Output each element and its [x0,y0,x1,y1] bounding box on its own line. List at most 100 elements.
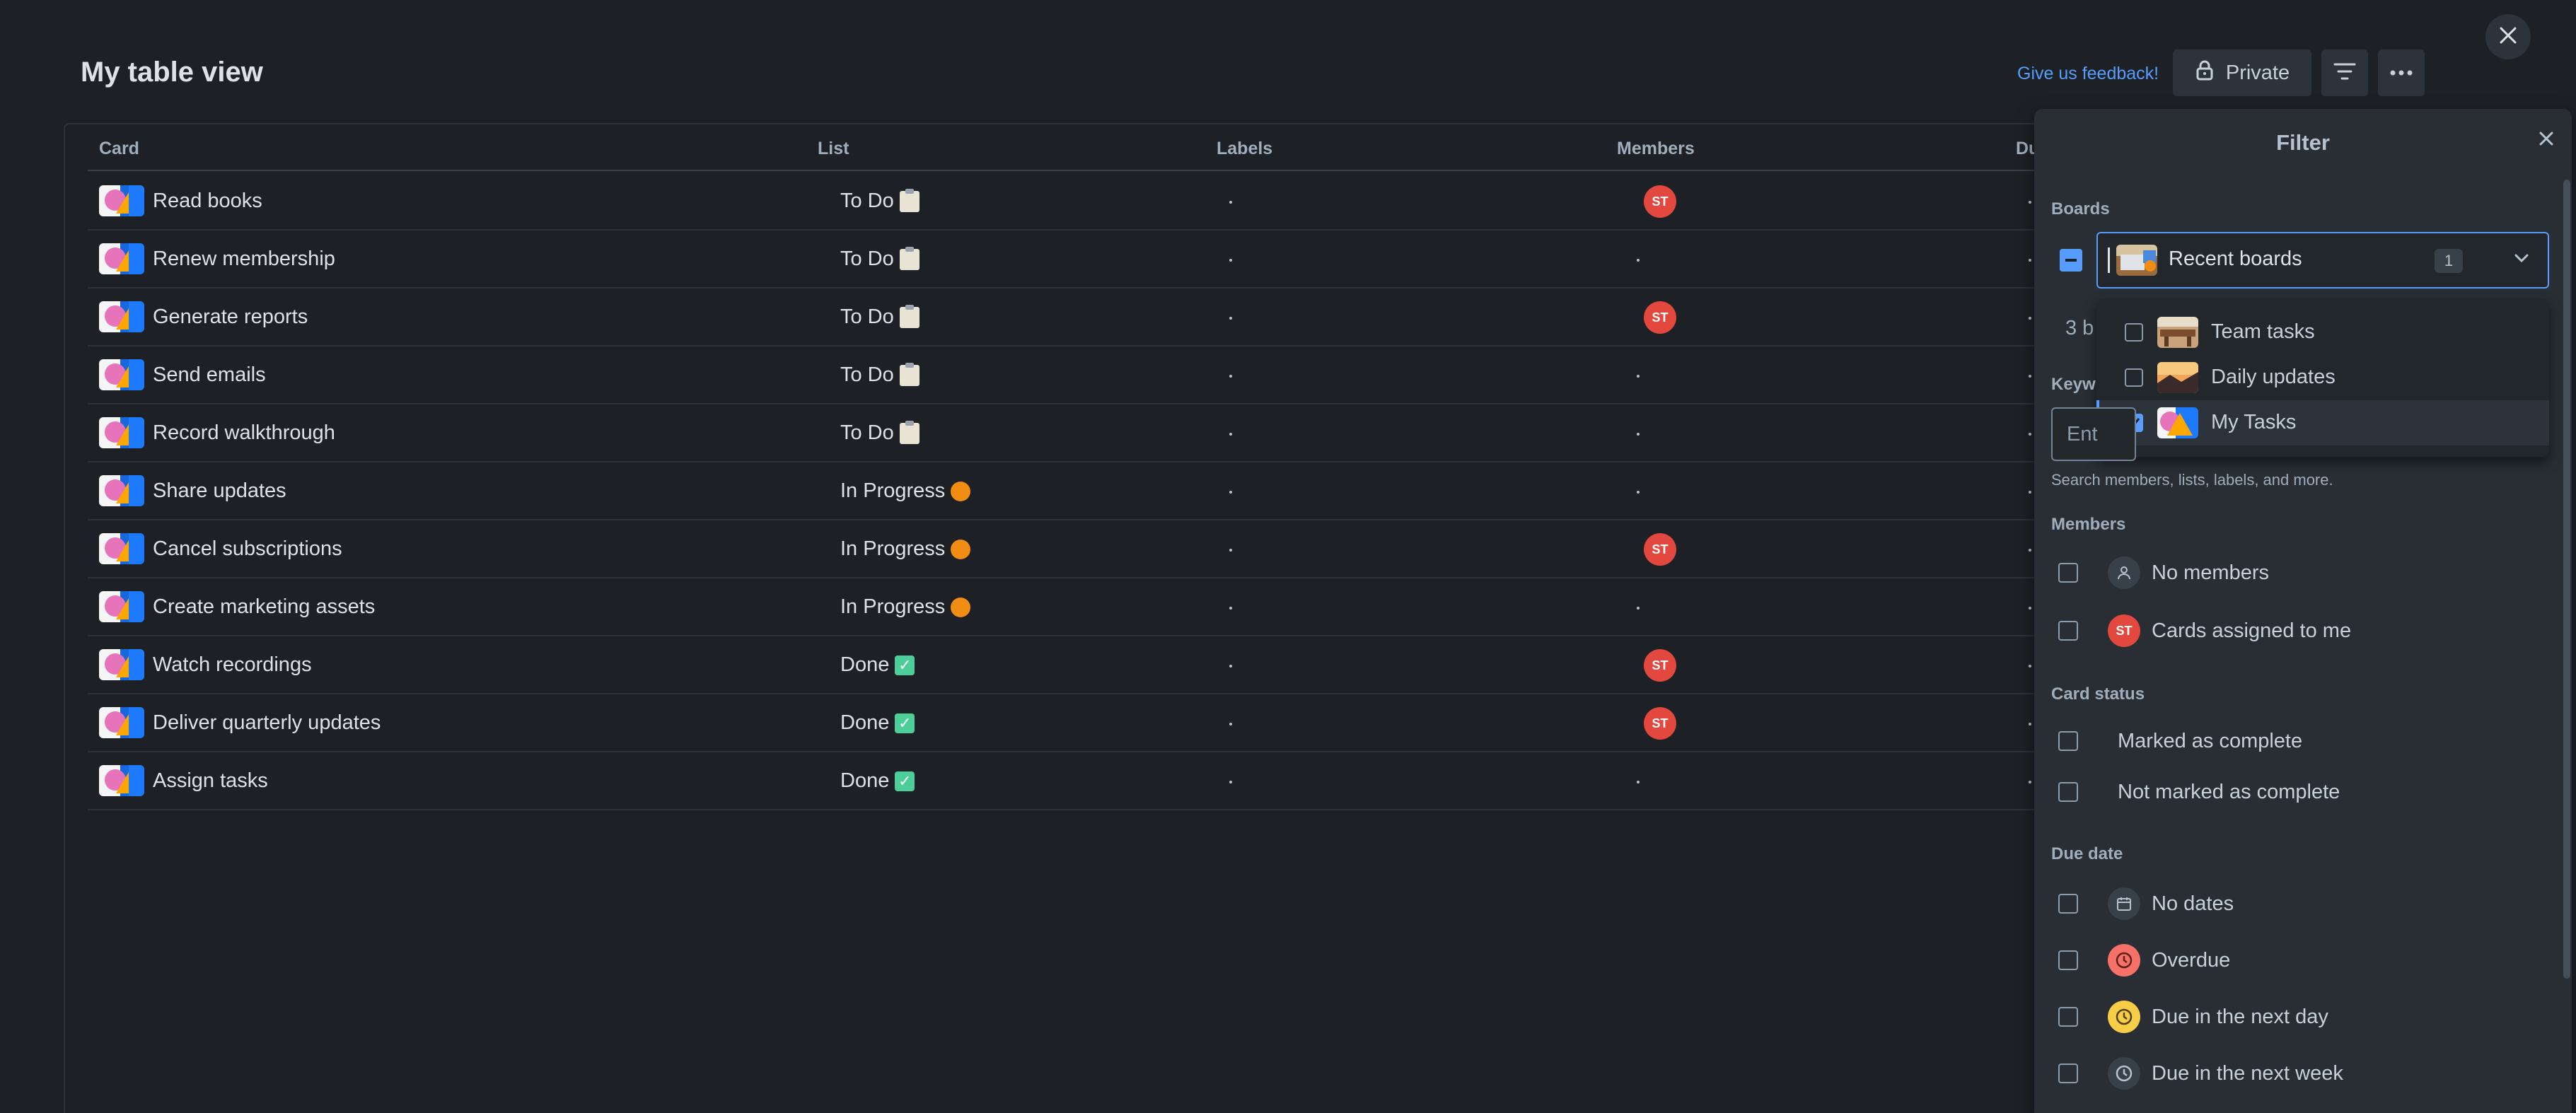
labels-empty[interactable] [1229,781,1232,783]
table-row[interactable]: Send emails To Do [88,346,2255,404]
table-row[interactable]: Renew membership To Do [88,231,2255,289]
labels-empty[interactable] [1229,433,1232,436]
panel-scrollbar[interactable] [2563,180,2570,979]
due-empty[interactable] [2029,607,2031,610]
table-header: Card List Labels Members Du [88,124,2255,171]
boards-section-label: Boards [2051,199,2110,218]
card-cell[interactable]: Renew membership [99,243,335,274]
table-row[interactable]: Watch recordings Done ✓ ST [88,636,2255,694]
due-empty[interactable] [2029,491,2031,494]
table-row[interactable]: Cancel subscriptions In Progress ST [88,520,2255,578]
labels-empty[interactable] [1229,491,1232,494]
list-name: To Do [840,363,894,386]
due-empty[interactable] [2029,665,2031,668]
list-cell[interactable]: To Do [840,420,919,445]
feedback-link[interactable]: Give us feedback! [2017,64,2159,84]
list-cell[interactable]: To Do [840,188,919,213]
more-options-button[interactable] [2378,49,2425,96]
table-row[interactable]: Share updates In Progress [88,462,2255,520]
list-cell[interactable]: To Do [840,362,919,387]
due-empty[interactable] [2029,259,2031,262]
column-header-members[interactable]: Members [1617,139,1695,159]
overdue-checkbox[interactable] [2058,950,2078,970]
labels-empty[interactable] [1229,317,1232,320]
close-filter-button[interactable] [2538,130,2555,151]
filter-button[interactable] [2321,49,2368,96]
due-empty[interactable] [2029,723,2031,726]
column-header-labels[interactable]: Labels [1217,139,1272,159]
labels-empty[interactable] [1229,723,1232,726]
column-header-list[interactable]: List [818,139,849,159]
members-empty[interactable] [1637,491,1640,494]
boards-select-all-checkbox[interactable] [2060,249,2082,272]
table-row[interactable]: Create marketing assets In Progress [88,578,2255,636]
members-empty[interactable] [1637,433,1640,436]
keyword-input[interactable]: Ent [2051,407,2136,461]
members-empty[interactable] [1637,607,1640,610]
avatar[interactable]: ST [1644,185,1676,218]
due-empty[interactable] [2029,433,2031,436]
card-cell[interactable]: Assign tasks [99,765,268,796]
list-cell[interactable]: Done ✓ [840,711,915,735]
no-dates-checkbox[interactable] [2058,894,2078,914]
card-cell[interactable]: Share updates [99,475,286,506]
card-cell[interactable]: Cancel subscriptions [99,533,342,564]
clock-overdue-icon [2108,944,2140,977]
marked-complete-checkbox[interactable] [2058,731,2078,751]
board-option-checkbox[interactable] [2125,368,2143,387]
labels-empty[interactable] [1229,375,1232,378]
due-empty[interactable] [2029,375,2031,378]
no-members-checkbox[interactable] [2058,563,2078,583]
boards-select[interactable]: Recent boards 1 [2096,232,2549,289]
list-cell[interactable]: Done ✓ [840,769,915,793]
not-marked-complete-checkbox[interactable] [2058,782,2078,802]
list-cell[interactable]: To Do [840,304,919,329]
due-empty[interactable] [2029,549,2031,552]
list-cell[interactable]: To Do [840,246,919,271]
orange-circle-icon [951,539,971,559]
list-cell[interactable]: In Progress [840,537,971,561]
check-mark-icon: ✓ [895,655,915,675]
board-option-checkbox[interactable] [2125,323,2143,342]
due-next-week-checkbox[interactable] [2058,1064,2078,1083]
table-row[interactable]: Deliver quarterly updates Done ✓ ST [88,694,2255,752]
labels-empty[interactable] [1229,549,1232,552]
card-cell[interactable]: Read books [99,185,262,216]
avatar[interactable]: ST [1644,301,1676,334]
card-cell[interactable]: Create marketing assets [99,591,375,622]
labels-empty[interactable] [1229,607,1232,610]
members-empty[interactable] [1637,375,1640,378]
close-view-button[interactable] [2485,14,2531,59]
card-cell[interactable]: Deliver quarterly updates [99,707,381,738]
card-cell[interactable]: Watch recordings [99,649,312,680]
avatar[interactable]: ST [1644,649,1676,682]
list-cell[interactable]: In Progress [840,595,971,619]
due-empty[interactable] [2029,201,2031,204]
members-empty[interactable] [1637,781,1640,783]
avatar[interactable]: ST [1644,533,1676,566]
labels-empty[interactable] [1229,201,1232,204]
private-button[interactable]: Private [2173,49,2311,96]
members-empty[interactable] [1637,259,1640,262]
list-cell[interactable]: Done ✓ [840,653,915,677]
list-cell[interactable]: In Progress [840,479,971,503]
table-row[interactable]: Read books To Do ST [88,173,2255,231]
table-row[interactable]: Generate reports To Do ST [88,289,2255,346]
table-row[interactable]: Assign tasks Done ✓ [88,752,2255,810]
card-cell[interactable]: Generate reports [99,301,308,332]
card-cell[interactable]: Send emails [99,359,266,390]
board-option-team-tasks[interactable]: Team tasks [2096,310,2549,355]
due-next-day-checkbox[interactable] [2058,1007,2078,1027]
column-header-card[interactable]: Card [99,139,139,159]
assigned-to-me-checkbox[interactable] [2058,621,2078,641]
labels-empty[interactable] [1229,665,1232,668]
board-option-my-tasks[interactable]: My Tasks [2096,400,2549,445]
board-option-daily-updates[interactable]: Daily updates [2096,355,2549,400]
table-row[interactable]: Record walkthrough To Do [88,404,2255,462]
recent-boards-thumbnail [2116,245,2157,276]
avatar[interactable]: ST [1644,707,1676,740]
card-cell[interactable]: Record walkthrough [99,417,335,448]
due-empty[interactable] [2029,317,2031,320]
due-empty[interactable] [2029,781,2031,783]
labels-empty[interactable] [1229,259,1232,262]
